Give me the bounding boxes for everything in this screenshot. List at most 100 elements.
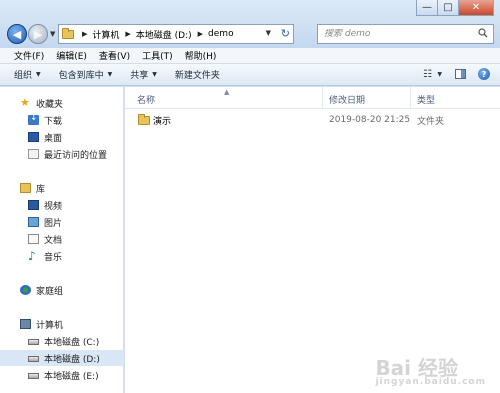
organize-label: 组织	[14, 71, 33, 81]
homegroup-icon	[20, 285, 31, 295]
video-icon	[28, 200, 39, 210]
menu-edit[interactable]: 编辑(E)	[50, 49, 93, 62]
view-options-icon[interactable]: ☷	[423, 69, 432, 80]
nav-label: 家庭组	[36, 286, 64, 297]
minimize-button[interactable]: —	[416, 0, 438, 16]
music-icon: ♪	[28, 249, 36, 263]
back-button[interactable]: ◀	[7, 24, 27, 44]
preview-pane-icon[interactable]	[455, 69, 466, 79]
nav-drive-e[interactable]: 本地磁盘 (E:)	[0, 367, 124, 383]
file-name: 演示	[153, 116, 172, 127]
nav-label: 计算机	[36, 320, 64, 331]
nav-favorites[interactable]: ★ 收藏夹	[0, 95, 124, 111]
address-bar[interactable]: ▶ 计算机 ▶ 本地磁盘 (D:) ▶ demo ▼ ↻	[58, 24, 294, 44]
nav-videos[interactable]: 视频	[0, 197, 124, 213]
breadcrumb-computer[interactable]: ▶ 计算机	[82, 28, 119, 41]
history-dropdown-icon[interactable]: ▼	[50, 30, 55, 38]
star-icon: ★	[20, 96, 30, 109]
chevron-right-icon: ▶	[125, 30, 131, 38]
nav-label: 库	[36, 184, 46, 195]
breadcrumb-label: 计算机	[92, 30, 120, 41]
organize-button[interactable]: 组织 ▼	[14, 68, 41, 81]
maximize-button[interactable]: □	[437, 0, 459, 16]
computer-icon	[20, 319, 31, 329]
column-divider[interactable]	[410, 87, 411, 109]
address-dropdown-icon[interactable]: ▼	[266, 29, 271, 37]
close-button[interactable]: ✕	[458, 0, 494, 16]
share-label: 共享	[130, 71, 149, 81]
desktop-icon	[28, 132, 39, 142]
nav-desktop[interactable]: 桌面	[0, 129, 124, 145]
file-modified: 2019-08-20 21:25	[329, 115, 411, 125]
breadcrumb-demo[interactable]: ▶ demo	[198, 29, 234, 39]
sort-ascending-icon: ▲	[224, 88, 230, 96]
nav-label: 本地磁盘 (D:)	[44, 354, 100, 365]
help-icon[interactable]: ?	[478, 68, 490, 80]
nav-label: 图片	[44, 218, 63, 229]
nav-label: 本地磁盘 (E:)	[44, 371, 99, 382]
nav-label: 最近访问的位置	[44, 150, 108, 161]
chevron-down-icon: ▼	[107, 71, 113, 78]
search-input[interactable]	[324, 29, 474, 39]
nav-label: 文档	[44, 235, 63, 246]
search-box[interactable]	[317, 24, 494, 44]
pictures-icon	[28, 217, 39, 227]
search-icon[interactable]	[478, 28, 488, 38]
nav-drive-d[interactable]: 本地磁盘 (D:)	[0, 350, 124, 366]
column-header-row: ▲ 名称 修改日期 类型	[125, 87, 500, 109]
column-name[interactable]: 名称	[137, 93, 155, 106]
column-divider[interactable]	[322, 87, 323, 109]
download-icon	[28, 113, 39, 125]
new-folder-button[interactable]: 新建文件夹	[175, 68, 220, 81]
file-type: 文件夹	[417, 116, 445, 127]
chevron-right-icon: ▶	[197, 30, 204, 38]
nav-recent-places[interactable]: 最近访问的位置	[0, 146, 124, 162]
window-controls: — □ ✕	[416, 0, 494, 16]
chevron-down-icon: ▼	[36, 71, 41, 78]
recent-places-icon	[28, 149, 39, 159]
chevron-down-icon[interactable]: ▼	[437, 71, 442, 78]
navigation-pane: ★ 收藏夹 下载 桌面 最近访问的位置 库 视频 图片 文档 ♪ 音乐 家庭组 …	[0, 87, 124, 393]
nav-pictures[interactable]: 图片	[0, 214, 124, 230]
command-bar: 组织 ▼ 包含到库中 ▼ 共享 ▼ 新建文件夹 ☷ ▼ ?	[0, 64, 500, 86]
drive-icon	[28, 339, 39, 345]
menu-help[interactable]: 帮助(H)	[179, 49, 223, 62]
nav-label: 收藏夹	[36, 99, 64, 110]
forward-arrow-icon: ▶	[33, 27, 43, 41]
folder-icon	[138, 114, 150, 125]
include-library-label: 包含到库中	[58, 71, 104, 81]
nav-drive-c[interactable]: 本地磁盘 (C:)	[0, 333, 124, 349]
back-arrow-icon: ◀	[12, 27, 22, 41]
column-type[interactable]: 类型	[417, 93, 435, 106]
nav-label: 视频	[44, 201, 63, 212]
nav-label: 音乐	[44, 252, 63, 263]
include-in-library-button[interactable]: 包含到库中 ▼	[59, 68, 113, 81]
column-modified[interactable]: 修改日期	[329, 93, 365, 106]
file-row[interactable]: 演示 2019-08-20 21:25 文件夹	[131, 112, 500, 128]
chevron-right-icon: ▶	[82, 30, 88, 38]
window-frame: — □ ✕ ◀ ▶ ▼ ▶ 计算机 ▶ 本地磁盘 (D:) ▶ demo ▼ ↻	[0, 0, 500, 48]
drive-icon	[28, 373, 39, 379]
nav-computer[interactable]: 计算机	[0, 316, 124, 332]
forward-button[interactable]: ▶	[28, 24, 48, 44]
nav-label: 本地磁盘 (C:)	[44, 337, 100, 348]
document-icon	[28, 234, 39, 244]
nav-libraries[interactable]: 库	[0, 180, 124, 196]
breadcrumb-drive-d[interactable]: ▶ 本地磁盘 (D:)	[125, 28, 191, 41]
drive-icon	[28, 356, 39, 362]
menu-file[interactable]: 文件(F)	[8, 49, 50, 62]
breadcrumb-label: 本地磁盘 (D:)	[135, 30, 192, 41]
folder-icon	[62, 27, 74, 39]
nav-documents[interactable]: 文档	[0, 231, 124, 247]
nav-downloads[interactable]: 下载	[0, 112, 124, 128]
share-button[interactable]: 共享 ▼	[130, 68, 157, 81]
baidu-watermark: Bai 经验 jingyan.baidu.com	[375, 352, 486, 387]
menu-view[interactable]: 查看(V)	[93, 49, 136, 62]
menu-tools[interactable]: 工具(T)	[136, 49, 179, 62]
nav-homegroup[interactable]: 家庭组	[0, 282, 124, 298]
nav-music[interactable]: ♪ 音乐	[0, 248, 124, 264]
nav-label: 桌面	[44, 133, 63, 144]
chevron-down-icon: ▼	[152, 71, 157, 78]
library-icon	[20, 183, 31, 193]
refresh-icon[interactable]: ↻	[281, 27, 290, 40]
